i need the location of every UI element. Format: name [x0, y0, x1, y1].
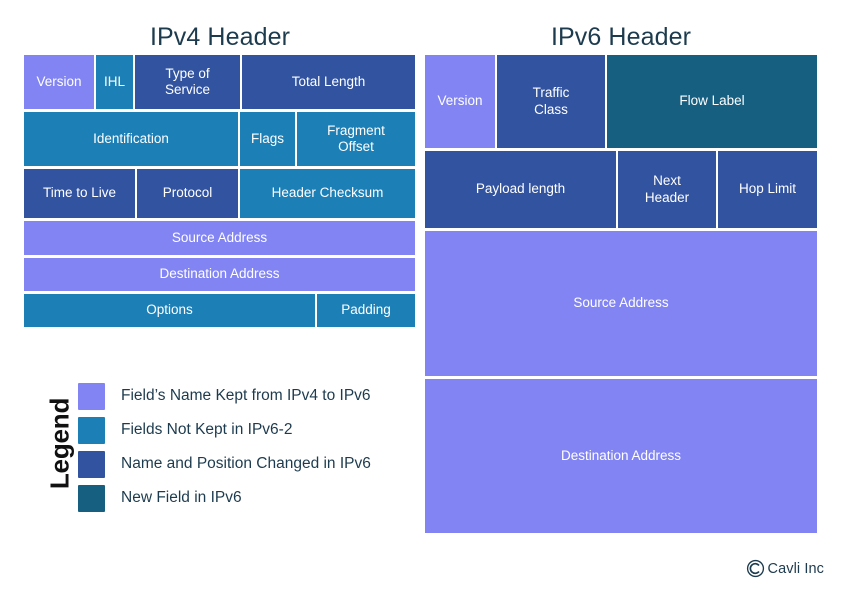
ipv6-field-next-header: Next Header [618, 151, 716, 228]
ipv6-header-title: IPv6 Header [550, 23, 692, 51]
ipv4-field-source-address: Source Address [24, 221, 415, 255]
ipv6-field-traffic-class: Traffic Class [497, 55, 605, 148]
legend-swatch-changed [78, 450, 105, 478]
brand-logo-text: Cavli Inc [767, 560, 824, 577]
ipv4-field-protocol: Protocol [137, 169, 238, 218]
ipv4-field-identification: Identification [24, 112, 238, 166]
ipv4-header-title: IPv4 Header [149, 23, 291, 51]
legend-item-label: Field’s Name Kept from IPv4 to IPv6 [121, 387, 371, 404]
circle-c-icon [746, 559, 764, 578]
legend-item-kept: Field’s Name Kept from IPv4 to IPv6 [78, 382, 371, 410]
brand-logo: Cavli Inc [746, 559, 825, 578]
diagram-canvas: IPv4 Header Version IHL Type of Service Tot… [0, 0, 842, 596]
ipv4-field-padding: Padding [317, 294, 415, 327]
ipv4-field-flags: Flags [240, 112, 295, 166]
ipv4-field-time-to-live: Time to Live [24, 169, 135, 218]
ipv6-field-destination-address: Destination Address [425, 379, 817, 533]
ipv6-field-flow-label: Flow Label [607, 55, 817, 148]
legend-label: Legend [44, 397, 75, 490]
legend-item-new: New Field in IPv6 [78, 484, 242, 512]
legend: Legend Field’s Name Kept from IPv4 to IP… [24, 372, 414, 517]
ipv6-field-version: Version [425, 55, 495, 148]
ipv4-field-total-length: Total Length [242, 55, 415, 109]
ipv4-field-fragment-offset: Fragment Offset [297, 112, 415, 166]
ipv6-field-payload-length: Payload length [425, 151, 616, 228]
ipv4-field-options: Options [24, 294, 315, 327]
ipv6-field-source-address: Source Address [425, 231, 817, 376]
legend-item-changed: Name and Position Changed in IPv6 [78, 450, 371, 478]
ipv6-field-hop-limit: Hop Limit [718, 151, 817, 228]
ipv4-field-ihl: IHL [96, 55, 133, 109]
legend-swatch-new [78, 484, 105, 512]
legend-swatch-kept [78, 382, 105, 410]
legend-item-label: Name and Position Changed in IPv6 [121, 455, 371, 472]
legend-item-label: New Field in IPv6 [121, 489, 242, 506]
ipv4-field-header-checksum: Header Checksum [240, 169, 415, 218]
ipv4-field-version: Version [24, 55, 94, 109]
ipv4-field-destination-address: Destination Address [24, 258, 415, 291]
ipv4-field-type-of-service: Type of Service [135, 55, 240, 109]
legend-item-label: Fields Not Kept in IPv6-2 [121, 421, 293, 438]
legend-swatch-notkept [78, 416, 105, 444]
legend-item-notkept: Fields Not Kept in IPv6-2 [78, 416, 292, 444]
